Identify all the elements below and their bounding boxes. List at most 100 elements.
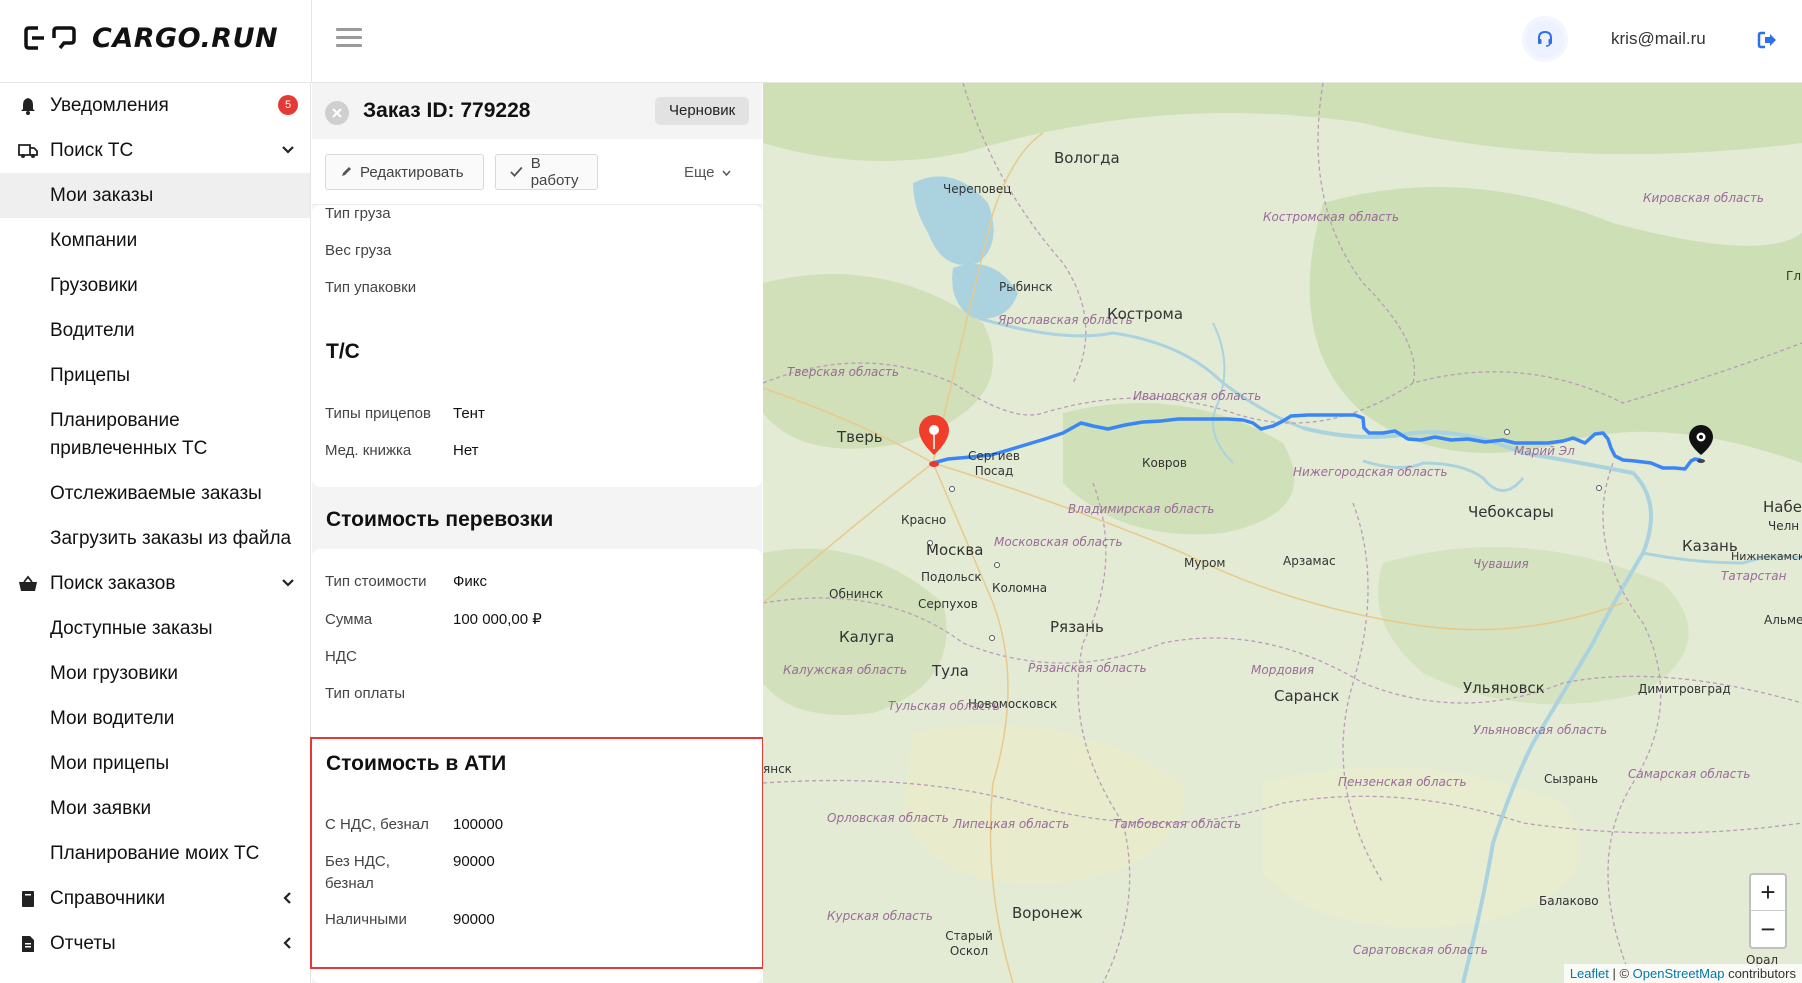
sidebar-item-label: Справочники	[50, 887, 166, 909]
map-label: Альметь	[1764, 613, 1802, 627]
edit-button[interactable]: Редактировать	[325, 154, 484, 190]
map-label: янск	[763, 762, 792, 776]
map-label: Мордовия	[1251, 663, 1315, 677]
sidebar-item-label: Уведомления	[50, 94, 169, 116]
field-label: Наличными	[325, 911, 407, 928]
field-label: Типы прицепов	[325, 405, 431, 422]
vehicle-card: Типы прицепов Тент Мед. книжка Нет	[312, 381, 762, 487]
map-label: Красно	[901, 513, 947, 527]
route-map[interactable]: Вологда Череповец Костромская область Ки…	[763, 83, 1802, 983]
field-value: Тент	[453, 405, 485, 422]
sidebar-item-label: Поиск заказов	[50, 572, 176, 594]
sidebar-item-trailers[interactable]: Прицепы	[0, 353, 310, 398]
book-icon	[18, 889, 38, 909]
sidebar-item-trucks[interactable]: Грузовики	[0, 263, 310, 308]
map-label: Рыбинск	[999, 280, 1053, 294]
field-label: Вес груза	[325, 242, 392, 259]
support-headset-icon[interactable]	[1526, 20, 1564, 58]
map-label: Челн	[1768, 519, 1800, 533]
zoom-in-button[interactable]: +	[1751, 875, 1785, 911]
field-value: Фикс	[453, 573, 488, 590]
sidebar: Уведомления 5 Поиск ТС Мои заказы Компан…	[0, 83, 311, 983]
field-value: 100000	[453, 816, 504, 833]
zoom-out-button[interactable]: −	[1751, 911, 1785, 947]
sidebar-item-my-requests[interactable]: Мои заявки	[0, 786, 310, 831]
map-label: Казань	[1682, 537, 1738, 555]
sidebar-item-label: Водители	[50, 319, 135, 341]
map-label: Гл	[1786, 269, 1801, 283]
map-label: Калуга	[839, 628, 895, 646]
map-label: Димитровград	[1638, 682, 1731, 696]
order-header: Заказ ID: 779228 Черновик	[312, 83, 762, 139]
map-label: Саранск	[1274, 687, 1340, 705]
chevron-down-icon	[282, 146, 294, 154]
map-label: Муром	[1184, 556, 1226, 570]
field-label: С НДС, безнал	[325, 816, 429, 833]
header-divider	[311, 0, 312, 83]
map-label: Кострома	[1107, 305, 1184, 323]
cost-section-title: Стоимость перевозки	[326, 508, 554, 531]
pencil-icon	[342, 167, 351, 176]
menu-toggle-icon[interactable]	[336, 28, 362, 50]
field-value: 100 000,00 ₽	[453, 611, 542, 628]
sidebar-item-upload-orders[interactable]: Загрузить заказы из файла	[0, 516, 310, 561]
sidebar-item-my-drivers[interactable]: Мои водители	[0, 696, 310, 741]
to-work-button[interactable]: В работу	[495, 154, 598, 190]
map-attribution: Leaflet | © OpenStreetMap contributors	[1563, 964, 1802, 983]
sidebar-item-drivers[interactable]: Водители	[0, 308, 310, 353]
sidebar-item-label: Отслеживаемые заказы	[50, 482, 262, 504]
map-label: Ивановская область	[1133, 389, 1262, 403]
map-label: Москва	[926, 541, 984, 559]
sidebar-item-available-orders[interactable]: Доступные заказы	[0, 606, 310, 651]
field-label: Без НДС, безнал	[325, 853, 390, 892]
sidebar-item-references[interactable]: Справочники	[0, 876, 310, 921]
sidebar-item-label: Доступные заказы	[50, 617, 213, 639]
osm-link[interactable]: OpenStreetMap	[1633, 966, 1725, 981]
map-label: Рязанская область	[1028, 661, 1147, 675]
sidebar-item-companies[interactable]: Компании	[0, 218, 310, 263]
leaflet-link[interactable]: Leaflet	[1570, 966, 1609, 981]
sidebar-item-label: Мои грузовики	[50, 662, 178, 684]
vehicle-section-title: Т/С	[326, 340, 360, 363]
order-title: Заказ ID: 779228	[363, 99, 531, 122]
map-label: Серпухов	[918, 597, 978, 611]
sidebar-item-reports[interactable]: Отчеты	[0, 921, 310, 966]
sidebar-item-attracted-vehicle-planning[interactable]: Планирование привлеченных ТС	[0, 398, 310, 471]
sidebar-item-my-trailers[interactable]: Мои прицепы	[0, 741, 310, 786]
sidebar-item-label: Прицепы	[50, 364, 131, 386]
sidebar-item-tracked-orders[interactable]: Отслеживаемые заказы	[0, 471, 310, 516]
map-label: Сызрань	[1544, 772, 1599, 786]
map-label: Татарстан	[1721, 569, 1787, 583]
cargo-card: Тип груза Вес груза Тип упаковки	[312, 205, 762, 403]
chevron-down-icon	[282, 579, 294, 587]
basket-icon	[18, 574, 38, 594]
logout-icon[interactable]	[1756, 29, 1778, 51]
map-label: Старый Оскол	[945, 929, 993, 958]
chevron-left-icon	[283, 937, 291, 949]
sidebar-item-my-vehicle-planning[interactable]: Планирование моих ТС	[0, 831, 310, 876]
ati-cost-section-title: Стоимость в АТИ	[326, 752, 507, 775]
sidebar-item-label: Отчеты	[50, 932, 116, 954]
field-value: Нет	[453, 442, 479, 459]
logo[interactable]: CARGO.RUN	[24, 18, 278, 58]
map-label: Саратовская область	[1353, 943, 1488, 957]
field-label: Мед. книжка	[325, 442, 412, 459]
field-label: Тип оплаты	[325, 685, 406, 702]
sidebar-item-my-trucks[interactable]: Мои грузовики	[0, 651, 310, 696]
map-label: Самарская область	[1628, 767, 1751, 781]
more-dropdown[interactable]: Еще	[684, 164, 731, 181]
map-label: Чувашия	[1473, 557, 1529, 571]
sidebar-item-my-orders[interactable]: Мои заказы	[0, 173, 310, 218]
status-badge: Черновик	[655, 97, 750, 125]
close-icon[interactable]	[325, 101, 349, 125]
map-label: Тамбовская область	[1113, 817, 1242, 831]
sidebar-item-label: Поиск ТС	[50, 139, 134, 161]
sidebar-item-order-search[interactable]: Поиск заказов	[0, 561, 310, 606]
map-label: Тула	[932, 662, 969, 680]
user-email[interactable]: kris@mail.ru	[1611, 29, 1706, 49]
to-work-button-label: В работу	[530, 155, 579, 189]
sidebar-item-notifications[interactable]: Уведомления 5	[0, 83, 310, 128]
map-label: Коломна	[992, 581, 1048, 595]
sidebar-item-vehicle-search[interactable]: Поиск ТС	[0, 128, 310, 173]
report-icon	[18, 934, 38, 954]
